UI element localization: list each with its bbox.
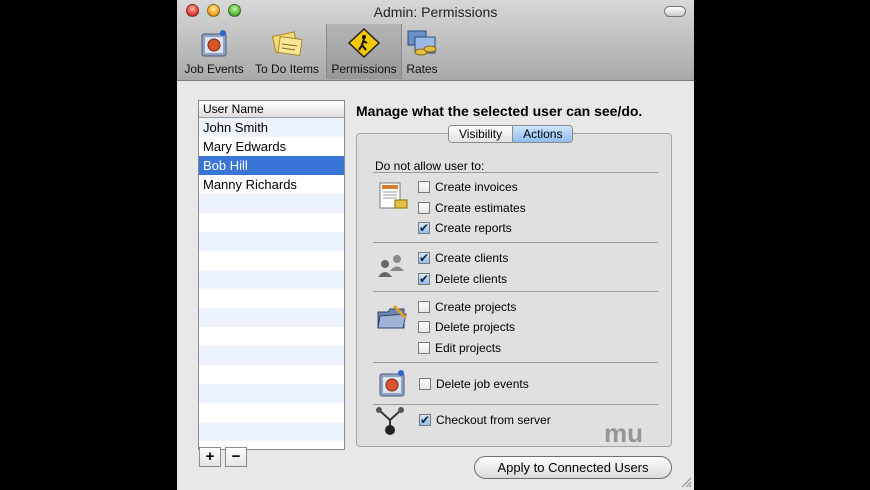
empty-row bbox=[199, 308, 344, 327]
window-title: Admin: Permissions bbox=[373, 4, 498, 20]
checkout-server-icon bbox=[376, 407, 404, 435]
user-name-column-header[interactable]: User Name bbox=[199, 101, 344, 118]
user-row-john-smith[interactable]: John Smith bbox=[199, 118, 344, 137]
do-not-allow-label: Do not allow user to: bbox=[375, 159, 485, 173]
job-events-icon bbox=[201, 30, 227, 57]
create-clients-checkbox[interactable]: ✔ bbox=[418, 252, 430, 264]
permission-delete-clients[interactable]: ✔ Delete clients bbox=[418, 271, 507, 287]
permission-create-clients[interactable]: ✔ Create clients bbox=[418, 250, 508, 266]
create-estimates-checkbox[interactable] bbox=[418, 202, 430, 214]
delete-job-events-checkbox[interactable] bbox=[419, 378, 431, 390]
toolbar-item-permissions[interactable]: Permissions bbox=[326, 24, 402, 79]
user-row-mary-edwards[interactable]: Mary Edwards bbox=[199, 137, 344, 156]
watermark-logo: mu bbox=[604, 418, 643, 448]
permission-create-reports[interactable]: ✔ Create reports bbox=[418, 220, 512, 236]
separator bbox=[373, 291, 658, 292]
permissions-window: Admin: Permissions Job Events To Do Item… bbox=[177, 0, 694, 490]
empty-row bbox=[199, 403, 344, 422]
permission-delete-job-events[interactable]: Delete job events bbox=[419, 376, 529, 392]
add-user-button[interactable]: + bbox=[199, 447, 221, 467]
invoice-icon bbox=[379, 182, 408, 209]
empty-row bbox=[199, 422, 344, 441]
rates-icon bbox=[407, 30, 437, 56]
empty-row bbox=[199, 346, 344, 365]
checkout-from-server-checkbox[interactable]: ✔ bbox=[419, 414, 431, 426]
toolbar-item-rates[interactable]: Rates bbox=[402, 24, 442, 79]
tab-visibility[interactable]: Visibility bbox=[449, 126, 513, 142]
tab-actions[interactable]: Actions bbox=[512, 126, 573, 142]
user-rows: John Smith Mary Edwards Bob Hill Manny R… bbox=[199, 118, 344, 441]
empty-row bbox=[199, 232, 344, 251]
permissions-tab-control: Visibility Actions bbox=[448, 125, 574, 143]
separator bbox=[373, 362, 658, 363]
create-reports-checkbox[interactable]: ✔ bbox=[418, 222, 430, 234]
empty-row bbox=[199, 384, 344, 403]
permissions-sign-icon bbox=[347, 28, 381, 58]
permission-edit-projects[interactable]: Edit projects bbox=[418, 340, 501, 356]
user-list[interactable]: User Name John Smith Mary Edwards Bob Hi… bbox=[198, 100, 345, 450]
delete-projects-checkbox[interactable] bbox=[418, 321, 430, 333]
empty-row bbox=[199, 194, 344, 213]
edit-projects-checkbox[interactable] bbox=[418, 342, 430, 354]
user-row-manny-richards[interactable]: Manny Richards bbox=[199, 175, 344, 194]
empty-row bbox=[199, 365, 344, 384]
todo-notes-icon bbox=[271, 31, 303, 57]
empty-row bbox=[199, 289, 344, 308]
user-row-bob-hill[interactable]: Bob Hill bbox=[199, 156, 344, 175]
separator bbox=[373, 404, 658, 405]
permission-create-estimates[interactable]: Create estimates bbox=[418, 200, 526, 216]
apply-to-connected-users-button[interactable]: Apply to Connected Users bbox=[474, 456, 672, 479]
clients-icon bbox=[378, 255, 404, 277]
permission-create-projects[interactable]: Create projects bbox=[418, 299, 516, 315]
permission-delete-projects[interactable]: Delete projects bbox=[418, 319, 515, 335]
projects-folder-icon bbox=[377, 304, 408, 329]
resize-grip-icon[interactable] bbox=[680, 476, 692, 488]
job-events-icon bbox=[379, 370, 405, 397]
empty-row bbox=[199, 213, 344, 232]
create-projects-checkbox[interactable] bbox=[418, 301, 430, 313]
empty-row bbox=[199, 270, 344, 289]
permission-create-invoices[interactable]: Create invoices bbox=[418, 179, 518, 195]
create-invoices-checkbox[interactable] bbox=[418, 181, 430, 193]
empty-row bbox=[199, 327, 344, 346]
toolbar-item-todo[interactable]: To Do Items bbox=[250, 24, 324, 79]
separator bbox=[373, 242, 658, 243]
separator bbox=[373, 172, 658, 173]
permissions-heading: Manage what the selected user can see/do… bbox=[356, 103, 643, 119]
empty-row bbox=[199, 251, 344, 270]
permission-checkout-from-server[interactable]: ✔ Checkout from server bbox=[419, 412, 551, 428]
toolbar-item-job-events[interactable]: Job Events bbox=[182, 24, 246, 79]
delete-clients-checkbox[interactable]: ✔ bbox=[418, 273, 430, 285]
remove-user-button[interactable]: − bbox=[225, 447, 247, 467]
toolbar-toggle-button[interactable] bbox=[664, 6, 686, 17]
toolbar: Admin: Permissions Job Events To Do Item… bbox=[177, 0, 694, 81]
